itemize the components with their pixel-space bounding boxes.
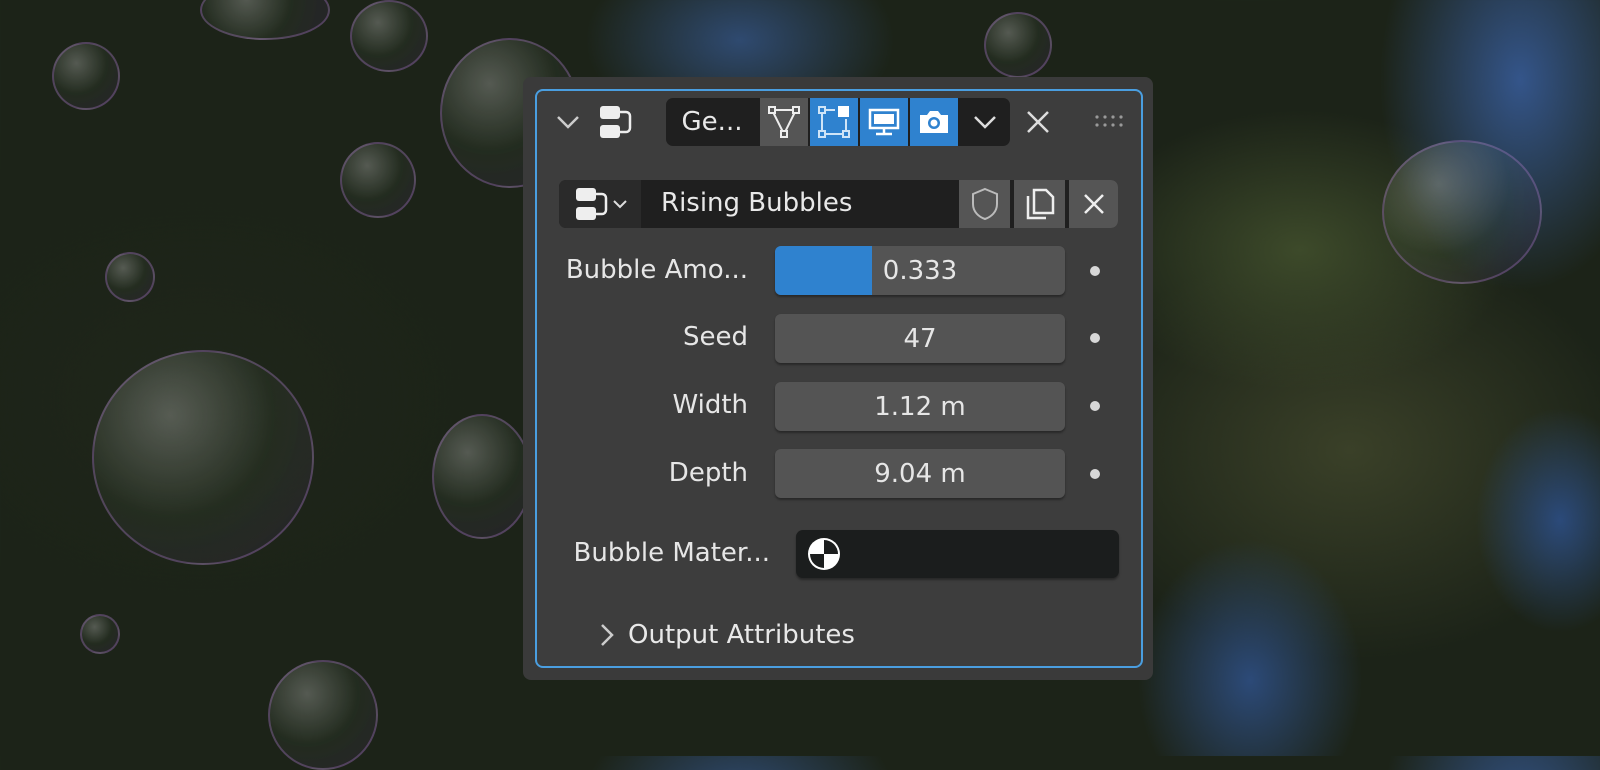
node-group-name-field[interactable]: Rising Bubbles xyxy=(661,188,852,218)
material-icon xyxy=(808,538,840,570)
keyframe-dot-icon[interactable] xyxy=(1090,266,1100,276)
monitor-icon xyxy=(868,108,900,136)
modifier-header-group: Ge... xyxy=(666,98,1010,146)
collapse-chevron-icon[interactable] xyxy=(550,104,586,140)
bubble-material-field[interactable] xyxy=(796,530,1119,578)
bubble-amount-value: 0.333 xyxy=(882,255,958,286)
close-icon xyxy=(1083,194,1104,214)
duplicate-node-group-button[interactable] xyxy=(1014,180,1065,228)
cage-icon xyxy=(818,106,850,138)
copy-icon xyxy=(1026,188,1054,220)
cage-toggle[interactable] xyxy=(810,98,858,146)
viewport-toggle[interactable] xyxy=(860,98,908,146)
modifier-panel-body xyxy=(535,89,1143,668)
output-attributes-subpanel[interactable]: Output Attributes xyxy=(600,620,855,650)
node-group-selector: Rising Bubbles xyxy=(559,180,1118,228)
seed-value: 47 xyxy=(903,323,937,354)
node-tree-icon xyxy=(576,188,608,220)
fake-user-button[interactable] xyxy=(959,180,1010,228)
remove-modifier-close-icon[interactable] xyxy=(1020,104,1056,140)
keyframe-dot-icon[interactable] xyxy=(1090,401,1100,411)
unlink-node-group-button[interactable] xyxy=(1069,180,1118,228)
chevron-down-icon xyxy=(613,200,627,209)
modifier-name-field[interactable]: Ge... xyxy=(666,98,758,146)
seed-field[interactable]: 47 xyxy=(775,314,1065,363)
input-label-seed: Seed xyxy=(683,322,748,352)
keyframe-dot-icon[interactable] xyxy=(1090,333,1100,343)
camera-icon xyxy=(920,111,948,133)
input-label-width: Width xyxy=(672,390,748,420)
depth-value: 9.04 m xyxy=(874,458,966,489)
depth-field[interactable]: 9.04 m xyxy=(775,449,1065,498)
input-label-depth: Depth xyxy=(668,458,748,488)
drag-handle-icon[interactable] xyxy=(1092,110,1126,132)
vertex-triangle-icon xyxy=(768,106,800,138)
keyframe-dot-icon[interactable] xyxy=(1090,469,1100,479)
geometry-nodes-icon xyxy=(594,100,638,144)
input-label-bubble-material: Bubble Mater... xyxy=(573,538,770,568)
slider-fill xyxy=(775,246,872,295)
chevron-right-icon xyxy=(601,624,614,646)
output-attributes-label: Output Attributes xyxy=(628,620,855,650)
shield-icon xyxy=(971,187,998,221)
modifier-panel xyxy=(523,77,1153,680)
modifier-dropdown-chevron-icon[interactable] xyxy=(960,98,1010,146)
input-label-bubble-amount: Bubble Amo... xyxy=(565,255,748,285)
browse-node-group-button[interactable] xyxy=(559,180,641,228)
edit-mode-toggle[interactable] xyxy=(760,98,808,146)
bubble-amount-slider[interactable]: 0.333 xyxy=(775,246,1065,295)
width-value: 1.12 m xyxy=(874,391,966,422)
render-toggle[interactable] xyxy=(910,98,958,146)
width-field[interactable]: 1.12 m xyxy=(775,382,1065,431)
